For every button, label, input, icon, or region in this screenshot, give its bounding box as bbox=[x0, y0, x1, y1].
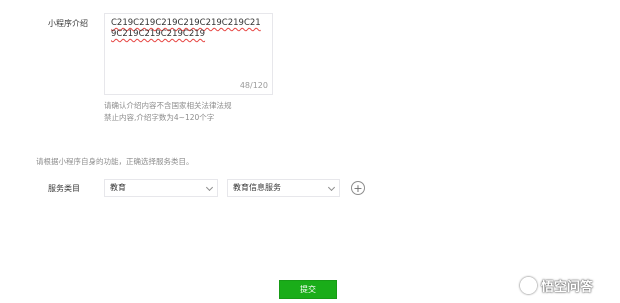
intro-char-count: 48/120 bbox=[239, 81, 268, 90]
submit-button[interactable]: 提交 bbox=[279, 280, 337, 299]
add-category-button[interactable]: + bbox=[351, 181, 365, 195]
intro-hint-line2: 禁止内容,介绍字数为4~120个字 bbox=[104, 113, 215, 122]
category-secondary-select[interactable]: 教育信息服务 bbox=[227, 179, 340, 197]
category-tip: 请根据小程序自身的功能，正确选择服务类目。 bbox=[36, 157, 194, 166]
intro-label: 小程序介绍 bbox=[48, 19, 88, 28]
intro-text: C219C219C219C219C219C219C219C219C219C219… bbox=[111, 18, 261, 39]
watermark: 悟空问答 bbox=[520, 276, 593, 295]
category-label: 服务类目 bbox=[48, 184, 80, 193]
category-secondary-value: 教育信息服务 bbox=[233, 183, 281, 192]
mini-program-settings-form: 小程序介绍 C219C219C219C219C219C219C219C219C2… bbox=[0, 0, 620, 303]
chevron-down-icon bbox=[327, 183, 336, 192]
intro-textarea[interactable]: C219C219C219C219C219C219C219C219C219C219… bbox=[104, 13, 273, 95]
intro-hint-line1: 请确认介绍内容不含国家相关法律法规 bbox=[104, 101, 232, 110]
chevron-down-icon bbox=[205, 183, 214, 192]
plus-circle-icon: + bbox=[353, 181, 363, 195]
wukong-logo-icon bbox=[520, 277, 537, 294]
category-primary-value: 教育 bbox=[110, 183, 126, 192]
category-primary-select[interactable]: 教育 bbox=[104, 179, 218, 197]
watermark-text: 悟空问答 bbox=[541, 280, 594, 295]
